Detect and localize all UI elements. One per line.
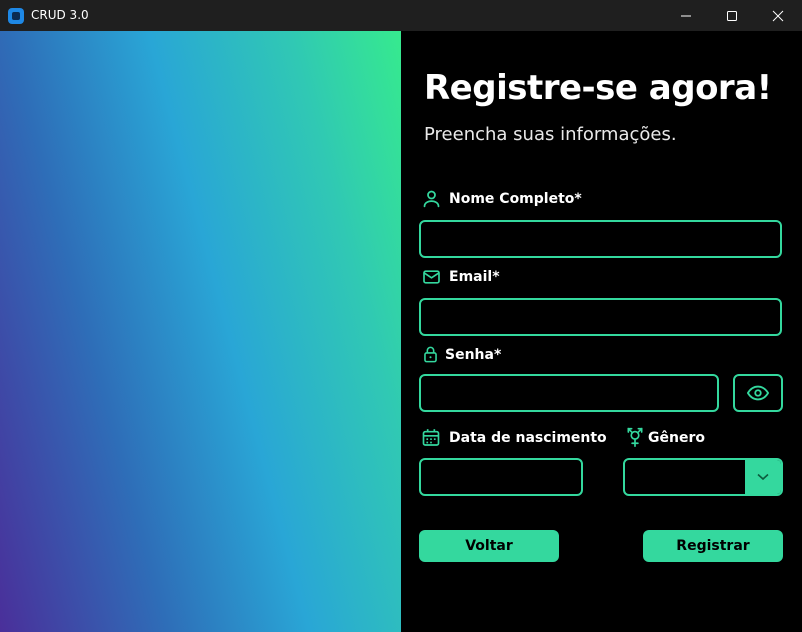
maximize-icon [727, 10, 737, 21]
eye-icon [747, 385, 769, 401]
minimize-icon [681, 15, 691, 16]
toggle-password-visibility-button[interactable] [733, 374, 783, 412]
page-subtitle: Preencha suas informações. [424, 124, 677, 145]
page-title: Registre-se agora! [424, 68, 772, 108]
close-icon [772, 10, 784, 21]
chevron-down-icon [757, 473, 769, 481]
title-bar: CRUD 3.0 [0, 0, 802, 31]
email-input[interactable] [419, 298, 782, 336]
gender-label: Gênero [648, 430, 705, 446]
password-input[interactable] [419, 374, 719, 412]
register-button[interactable]: Registrar [643, 530, 783, 562]
window-title: CRUD 3.0 [31, 8, 89, 22]
full-name-label: Nome Completo* [449, 191, 582, 207]
gender-icon [627, 427, 643, 447]
back-button[interactable]: Voltar [419, 530, 559, 562]
gender-dropdown-toggle[interactable] [745, 460, 781, 494]
birth-date-label: Data de nascimento [449, 430, 607, 446]
close-button[interactable] [755, 0, 801, 31]
full-name-input[interactable] [419, 220, 782, 258]
user-icon [423, 190, 440, 208]
email-label: Email* [449, 269, 500, 285]
gender-select[interactable] [623, 458, 783, 496]
minimize-button[interactable] [663, 0, 709, 31]
maximize-button[interactable] [709, 0, 755, 31]
envelope-icon [423, 270, 440, 284]
lock-icon [424, 346, 437, 363]
birth-date-input[interactable] [419, 458, 583, 496]
gradient-panel [0, 31, 401, 632]
app-icon [8, 8, 24, 24]
password-label: Senha* [445, 347, 502, 363]
calendar-icon [422, 429, 440, 446]
